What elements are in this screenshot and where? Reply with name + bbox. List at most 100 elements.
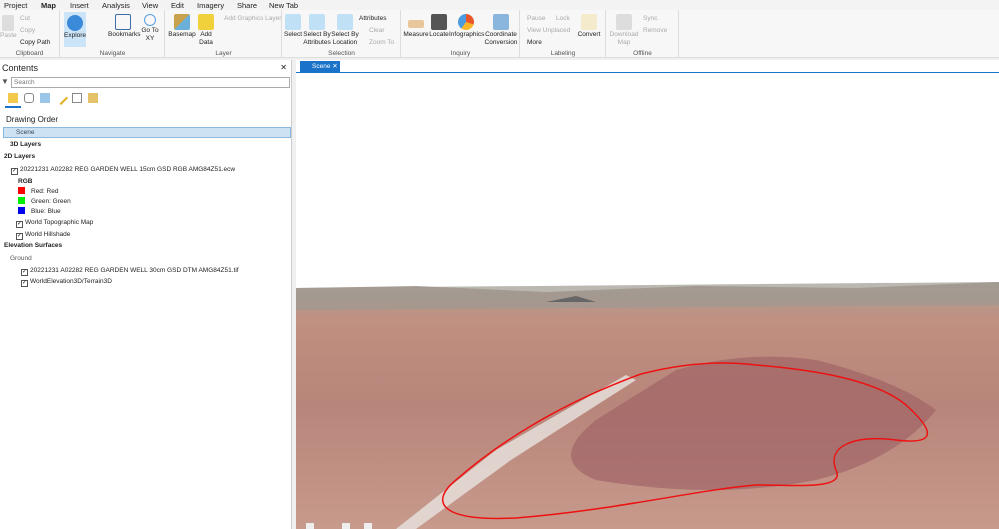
group-offline: Download Map Sync Remove Offline <box>607 10 679 58</box>
table-select-icon <box>309 14 325 30</box>
copy-button[interactable]: Copy <box>20 27 35 34</box>
ground-item[interactable]: Ground <box>10 255 32 262</box>
layer-dtm[interactable]: ✓ 20221231 A02282 REG GARDEN WELL 30cm GS… <box>21 267 239 276</box>
binoculars-icon <box>431 14 447 30</box>
2d-layers-heading: 2D Layers <box>4 153 36 160</box>
remove-button[interactable]: Remove <box>643 27 667 34</box>
group-navigate: Explore Bookmarks Go To XY Navigate <box>61 10 165 58</box>
attributes-button[interactable]: Attributes <box>359 15 386 22</box>
contents-title: Contents <box>2 63 39 73</box>
basemap-button[interactable]: Basemap <box>168 14 196 39</box>
checkbox[interactable]: ✓ <box>16 233 23 240</box>
tab-analysis[interactable]: Analysis <box>102 1 130 10</box>
clipboard-label: Clipboard <box>15 50 44 57</box>
close-icon[interactable]: ✕ <box>280 63 287 72</box>
selection-icon[interactable] <box>40 93 50 103</box>
search-input[interactable] <box>11 77 290 88</box>
band-blue: Blue: Blue <box>18 207 61 215</box>
tab-view[interactable]: View <box>142 1 158 10</box>
band-green: Green: Green <box>18 197 71 205</box>
ribbon: Paste Cut Copy Copy Path Clipboard Explo… <box>0 10 999 58</box>
bookmarks-icon <box>115 14 131 30</box>
zoom-control[interactable] <box>342 523 350 529</box>
more-button[interactable]: More <box>527 39 542 46</box>
layer-world-topographic[interactable]: ✓ World Topographic Map <box>16 219 93 228</box>
data-source-icon[interactable] <box>24 93 34 103</box>
tab-share[interactable]: Share <box>237 1 257 10</box>
group-selection: Select Select By Attributes Select By Lo… <box>283 10 401 58</box>
paste-button[interactable]: Paste <box>0 15 17 40</box>
contents-pane: Contents ✕ ▼ Drawing Order Scene 3D Laye… <box>0 60 292 529</box>
lock-button[interactable]: Lock <box>556 15 570 22</box>
checkbox[interactable]: ✓ <box>21 280 28 287</box>
green-swatch <box>18 197 25 204</box>
band-red: Red: Red <box>18 187 58 195</box>
selection-label: Selection <box>328 50 355 57</box>
ruler-icon <box>408 20 424 28</box>
group-clipboard: Paste Cut Copy Copy Path Clipboard <box>0 10 60 58</box>
convert-button[interactable]: Convert <box>577 14 601 39</box>
checkbox[interactable]: ✓ <box>21 269 28 276</box>
infographics-button[interactable]: Infographics <box>449 14 484 39</box>
bookmarks-button[interactable]: Bookmarks <box>108 14 141 39</box>
rgb-label: RGB <box>18 178 33 185</box>
layer-ecw[interactable]: ✓ 20221231 A02282 REG GARDEN WELL 15cm GS… <box>11 166 235 175</box>
labeling-icon[interactable] <box>88 93 98 103</box>
navigator-button[interactable] <box>306 523 314 529</box>
terrain-3d-view[interactable] <box>296 60 999 529</box>
pause-button[interactable]: Pause <box>527 15 545 22</box>
go-to-xy-button[interactable]: Go To XY <box>141 14 159 42</box>
offline-label: Offline <box>633 50 652 57</box>
add-graphics-layer-button[interactable]: Add Graphics Layer <box>224 15 281 22</box>
zoom-to-button[interactable]: Zoom To <box>369 39 394 46</box>
tab-insert[interactable]: Insert <box>70 1 89 10</box>
add-data-icon <box>198 14 214 30</box>
view-unplaced-button[interactable]: View Unplaced <box>527 27 570 34</box>
tab-project[interactable]: Project <box>4 1 27 10</box>
pan-control[interactable] <box>364 523 372 529</box>
coordinate-conversion-button[interactable]: Coordinate Conversion <box>483 14 519 46</box>
measure-button[interactable]: Measure <box>403 14 429 39</box>
filter-icon[interactable]: ▼ <box>1 77 9 86</box>
navigate-label: Navigate <box>99 50 126 57</box>
add-data-button[interactable]: Add Data <box>196 14 216 46</box>
contents-toolbar <box>8 90 98 107</box>
select-icon <box>285 14 301 30</box>
tab-imagery[interactable]: Imagery <box>197 1 224 10</box>
select-button[interactable]: Select <box>284 14 302 39</box>
sync-button[interactable]: Sync <box>643 15 657 22</box>
clear-button[interactable]: Clear <box>369 27 385 34</box>
paste-icon <box>2 15 14 31</box>
drawing-order-icon[interactable] <box>8 93 18 103</box>
download-map-button[interactable]: Download Map <box>609 14 639 46</box>
tab-edit[interactable]: Edit <box>171 1 184 10</box>
copy-path-button[interactable]: Copy Path <box>20 39 50 46</box>
select-by-attributes-button[interactable]: Select By Attributes <box>303 14 331 46</box>
checkbox[interactable]: ✓ <box>11 168 18 175</box>
explore-button[interactable]: Explore <box>64 12 86 47</box>
locate-button[interactable]: Locate <box>429 14 449 39</box>
3d-layers-heading: 3D Layers <box>10 141 42 148</box>
editing-icon[interactable] <box>53 90 69 106</box>
download-map-icon <box>616 14 632 30</box>
select-by-location-button[interactable]: Select By Location <box>331 14 359 46</box>
layer-world-hillshade[interactable]: ✓ World Hillshade <box>16 231 70 240</box>
scene-item[interactable]: Scene <box>3 127 291 138</box>
group-labeling: Pause Lock View Unplaced More Convert La… <box>521 10 606 58</box>
tab-new-tab[interactable]: New Tab <box>269 1 298 10</box>
labeling-label: Labeling <box>550 50 576 57</box>
layer-terrain3d[interactable]: ✓ WorldElevation3D/Terrain3D <box>21 278 112 287</box>
inquiry-label: Inquiry <box>450 50 471 57</box>
ribbon-tabs: Project Map Insert Analysis View Edit Im… <box>0 0 999 11</box>
active-tab-indicator <box>5 106 21 108</box>
convert-icon <box>581 14 597 30</box>
checkbox[interactable]: ✓ <box>16 221 23 228</box>
scene-view[interactable]: Scene ✕ <box>296 60 999 529</box>
blue-swatch <box>18 207 25 214</box>
snapping-icon[interactable] <box>72 93 82 103</box>
group-layer: Basemap Add Data Add Graphics Layer Laye… <box>166 10 282 58</box>
crosshair-icon <box>144 14 156 26</box>
basemap-icon <box>174 14 190 30</box>
cut-button[interactable]: Cut <box>20 15 30 22</box>
explore-icon <box>67 15 83 31</box>
